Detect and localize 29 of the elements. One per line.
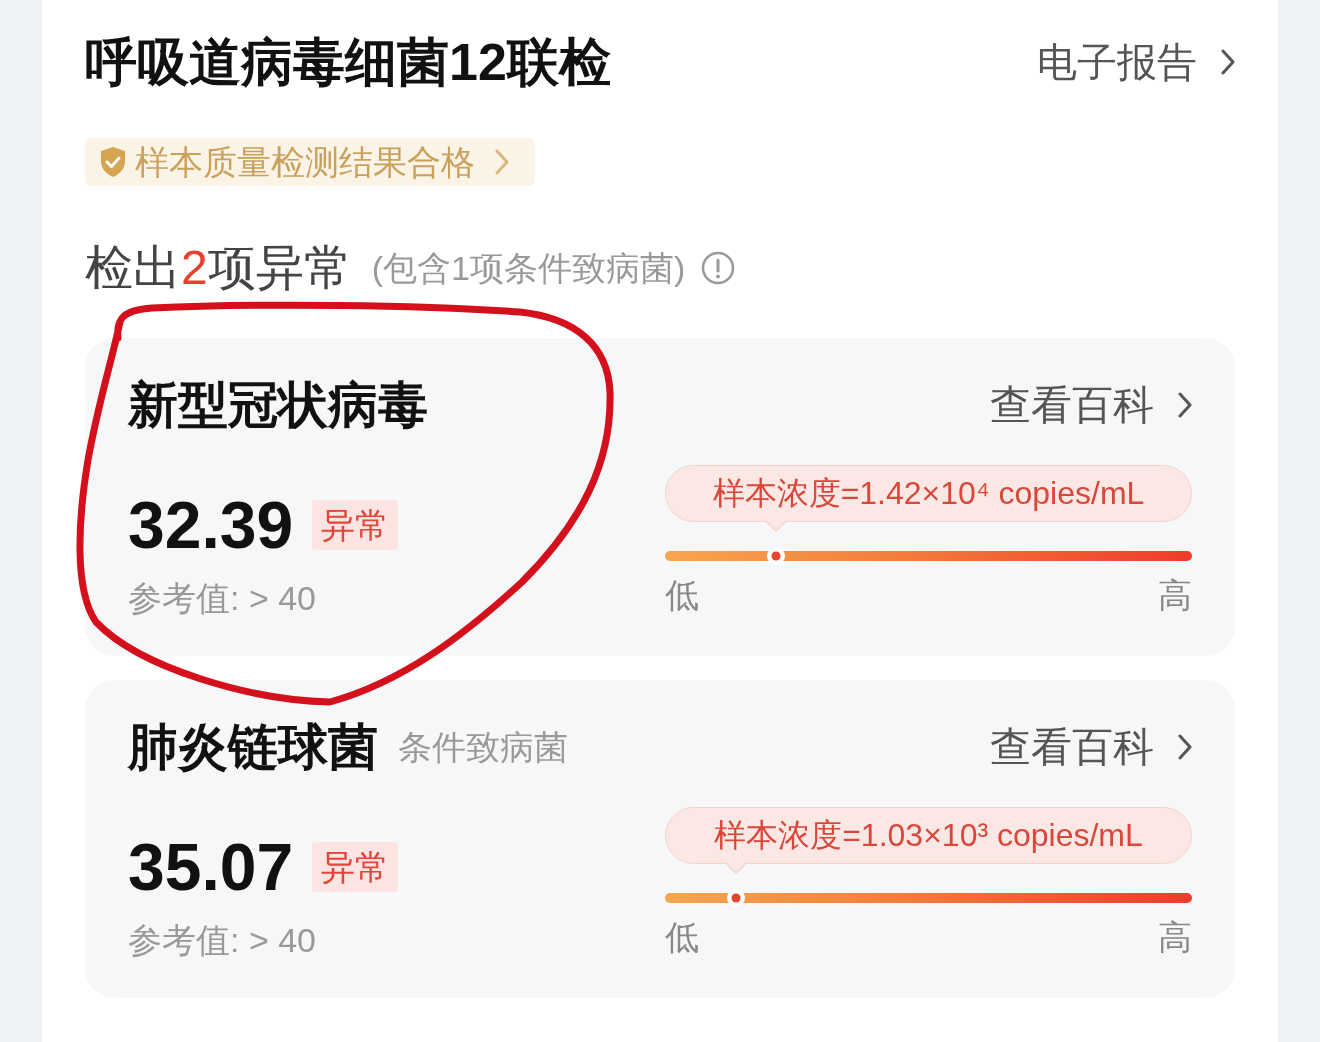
concentration-label: 样本浓度=1.42×10⁴ copies/mL: [665, 465, 1192, 522]
info-icon[interactable]: [701, 251, 736, 285]
scale-high-label: 高: [1158, 575, 1192, 616]
summary-heading: 检出2项异常: [85, 240, 352, 296]
chevron-icon: [1221, 49, 1235, 75]
result-value: 32.39: [128, 487, 294, 563]
concentration-label: 样本浓度=1.03×10³ copies/mL: [665, 807, 1192, 864]
chevron-icon: [495, 149, 509, 175]
scale-low-label: 低: [665, 917, 699, 958]
scale-high-label: 高: [1158, 917, 1192, 958]
shield-check-icon: [99, 146, 127, 178]
encyclopedia-link[interactable]: 查看百科: [990, 717, 1192, 777]
bubble-pointer-icon: [725, 862, 748, 874]
bubble-pointer-icon: [764, 520, 787, 532]
pathogen-name: 新型冠状病毒: [128, 376, 428, 435]
summary-note: (包含1项条件致病菌): [371, 248, 686, 289]
chevron-icon: [1178, 734, 1192, 760]
encyclopedia-link[interactable]: 查看百科: [990, 375, 1192, 435]
report-link[interactable]: 电子报告: [1037, 36, 1235, 88]
abnormal-tag: 异常: [312, 842, 399, 892]
chevron-icon: [1178, 392, 1192, 418]
pathogen-category: 条件致病菌: [398, 727, 568, 768]
reference-value: 参考值: > 40: [128, 920, 317, 961]
result-value: 35.07: [128, 829, 294, 905]
abnormal-tag: 异常: [312, 500, 399, 550]
pathogen-name: 肺炎链球菌: [128, 718, 378, 777]
report-title: 呼吸道病毒细菌12联检: [85, 32, 611, 93]
scale-low-label: 低: [665, 575, 699, 616]
reference-value: 参考值: > 40: [128, 578, 317, 619]
